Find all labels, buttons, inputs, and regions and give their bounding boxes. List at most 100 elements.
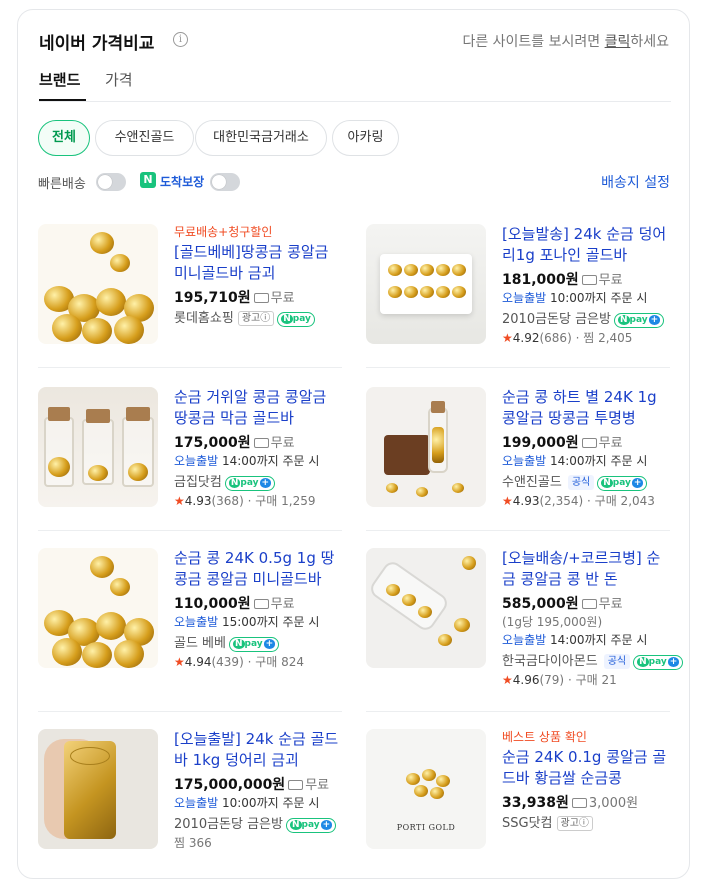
rating-count: (79) [539,673,565,687]
seller-name[interactable]: 골드 베베 [174,636,226,651]
product-card[interactable]: [오늘발송] 24k 순금 덩어리1g 포나인 골드바 181,000원 무료 오… [366,224,671,374]
today-departure-text: 10:00까지 주문 시 [546,291,648,305]
product-title[interactable]: [오늘출발] 24k 순금 골드바 1kg 덩어리 금괴 [174,729,344,771]
today-departure-label: 오늘출발 [502,633,547,647]
product-price: 585,000원 [502,596,579,612]
today-departure-text: 10:00까지 주문 시 [218,796,320,810]
rating-count: (2,354) [539,494,584,508]
product-info: [오늘발송] 24k 순금 덩어리1g 포나인 골드바 181,000원 무료 오… [502,224,672,347]
product-price: 175,000,000원 [174,777,286,793]
product-title[interactable]: 순금 콩 24K 0.5g 1g 땅콩금 콩알금 미니골드바 [174,548,344,590]
product-price: 175,000원 [174,435,251,451]
divider [38,711,342,712]
npay-plus-icon: Npay + [285,818,337,833]
product-thumbnail[interactable]: PORTI GOLD [366,729,486,849]
seller-name[interactable]: SSG닷컴 [502,816,553,831]
tab-brand[interactable]: 브랜드 [39,69,80,90]
seller-name[interactable]: 2010금돈당 금은방 [174,817,283,832]
chip-korea-gold-exchange[interactable]: 대한민국금거래소 [195,120,327,156]
product-card[interactable]: 무료배송+청구할인 [골드베베]땅콩금 콩알금 미니골드바 금괴 195,710… [38,224,343,374]
ad-badge[interactable]: 광고ⓘ [237,311,275,326]
product-thumbnail[interactable] [38,387,158,507]
truck-icon [253,438,269,448]
info-icon[interactable]: i [173,32,188,47]
filter-row: 빠른배송 N 도착보장 배송지 설정 [38,172,670,192]
divider [366,711,670,712]
tab-price[interactable]: 가격 [105,69,133,90]
chip-all[interactable]: 전체 [38,120,90,156]
wish-count: 찜 366 [174,836,212,850]
shipping-fee: 무료 [598,597,623,612]
product-price: 33,938원 [502,795,569,811]
seller-name[interactable]: 한국금다이아몬드 [502,654,598,669]
product-info: 순금 콩 24K 0.5g 1g 땅콩금 콩알금 미니골드바 110,000원 무… [174,548,344,671]
tab-bar: 브랜드 가격 [39,68,671,102]
other-sites-link[interactable]: 클릭 [605,34,631,50]
rating-count: (439) [211,655,244,669]
today-departure-label: 오늘출발 [502,291,547,305]
ad-badge[interactable]: 광고ⓘ [556,816,593,831]
product-title[interactable]: 순금 24K 0.1g 콩알금 골드바 황금쌀 순금콩 [502,747,672,789]
product-title[interactable]: [오늘배송/+코르크병] 순금 콩알금 콩 반 돈 [502,548,672,590]
purchase-count: · 구매 2,043 [587,494,655,508]
product-card[interactable]: 순금 콩 하트 별 24K 1g 콩알금 땅콩금 투명병 199,000원 무료 … [366,387,671,537]
chip-suanjin[interactable]: 수앤진골드 [95,120,194,156]
product-thumbnail[interactable] [366,224,486,344]
divider [366,530,670,531]
product-card[interactable]: 순금 거위알 콩금 콩알금 땅콩금 막금 골드바 175,000원 무료 오늘출발… [38,387,343,537]
product-thumbnail[interactable] [366,387,486,507]
product-thumbnail[interactable] [38,729,158,849]
product-price: 195,710원 [174,290,251,306]
product-card[interactable]: 순금 콩 24K 0.5g 1g 땅콩금 콩알금 미니골드바 110,000원 무… [38,548,343,698]
seller-name[interactable]: 2010금돈당 금은방 [502,312,611,327]
product-title[interactable]: [오늘발송] 24k 순금 덩어리1g 포나인 골드바 [502,224,672,266]
star-icon: ★ [502,331,513,345]
product-title[interactable]: 순금 거위알 콩금 콩알금 땅콩금 막금 골드바 [174,387,344,429]
product-card[interactable]: [오늘배송/+코르크병] 순금 콩알금 콩 반 돈 585,000원 무료 (1g… [366,548,684,698]
npay-plus-icon: Npay + [613,313,665,328]
active-tab-underline [39,99,86,101]
product-info: 순금 거위알 콩금 콩알금 땅콩금 막금 골드바 175,000원 무료 오늘출발… [174,387,344,510]
today-departure-label: 오늘출발 [174,796,219,810]
product-title[interactable]: [골드베베]땅콩금 콩알금 미니골드바 금괴 [174,242,344,284]
npay-plus-icon: Npay + [597,476,648,491]
product-info: 순금 콩 하트 별 24K 1g 콩알금 땅콩금 투명병 199,000원 무료 … [502,387,672,510]
rating-count: (368) [211,494,244,508]
product-thumbnail[interactable] [38,548,158,668]
product-info: 베스트 상품 확인 순금 24K 0.1g 콩알금 골드바 황금쌀 순금콩 33… [502,729,672,833]
product-info: [오늘출발] 24k 순금 골드바 1kg 덩어리 금괴 175,000,000… [174,729,344,852]
chip-akaring[interactable]: 아카링 [332,120,399,156]
product-title[interactable]: 순금 콩 하트 별 24K 1g 콩알금 땅콩금 투명병 [502,387,672,429]
product-price: 110,000원 [174,596,251,612]
truck-icon [581,275,597,285]
arrival-guarantee-toggle[interactable] [210,173,240,191]
npay-plus-icon: Npay + [228,637,280,652]
purchase-count: · 구매 1,259 [247,494,316,508]
product-thumbnail[interactable] [366,548,486,668]
rating-score: 4.96 [512,673,540,687]
seller-name[interactable]: 수앤진골드 [502,475,562,490]
truck-icon [581,599,597,609]
today-departure-text: 14:00까지 주문 시 [218,454,320,468]
product-card[interactable]: [오늘출발] 24k 순금 골드바 1kg 덩어리 금괴 175,000,000… [38,729,343,879]
npay-plus-icon: Npay + [224,476,276,491]
shipping-fee: 무료 [270,436,295,451]
today-departure-text: 14:00까지 주문 시 [546,454,648,468]
today-departure-text: 14:00까지 주문 시 [546,633,648,647]
fast-delivery-label: 빠른배송 [38,177,86,192]
shipping-fee: 무료 [305,778,330,793]
rating-count: (686) [539,331,572,345]
delivery-setting-link[interactable]: 배송지 설정 [601,172,670,192]
promo-label: 무료배송+청구할인 [174,225,273,239]
product-thumbnail[interactable] [38,224,158,344]
fast-delivery-toggle[interactable] [96,173,126,191]
product-card[interactable]: PORTI GOLD 베스트 상품 확인 순금 24K 0.1g 콩알금 골드바… [366,729,671,879]
seller-name[interactable]: 롯데홈쇼핑 [174,311,234,326]
official-badge: 공식 [603,654,631,669]
unit-price: (1g당 195,000원) [502,615,603,629]
shipping-fee: 무료 [598,436,623,451]
product-info: 무료배송+청구할인 [골드베베]땅콩금 콩알금 미니골드바 금괴 195,710… [174,224,344,328]
seller-name[interactable]: 금집닷컴 [174,475,222,490]
shipping-fee: 3,000원 [588,796,639,811]
product-price: 181,000원 [502,272,579,288]
